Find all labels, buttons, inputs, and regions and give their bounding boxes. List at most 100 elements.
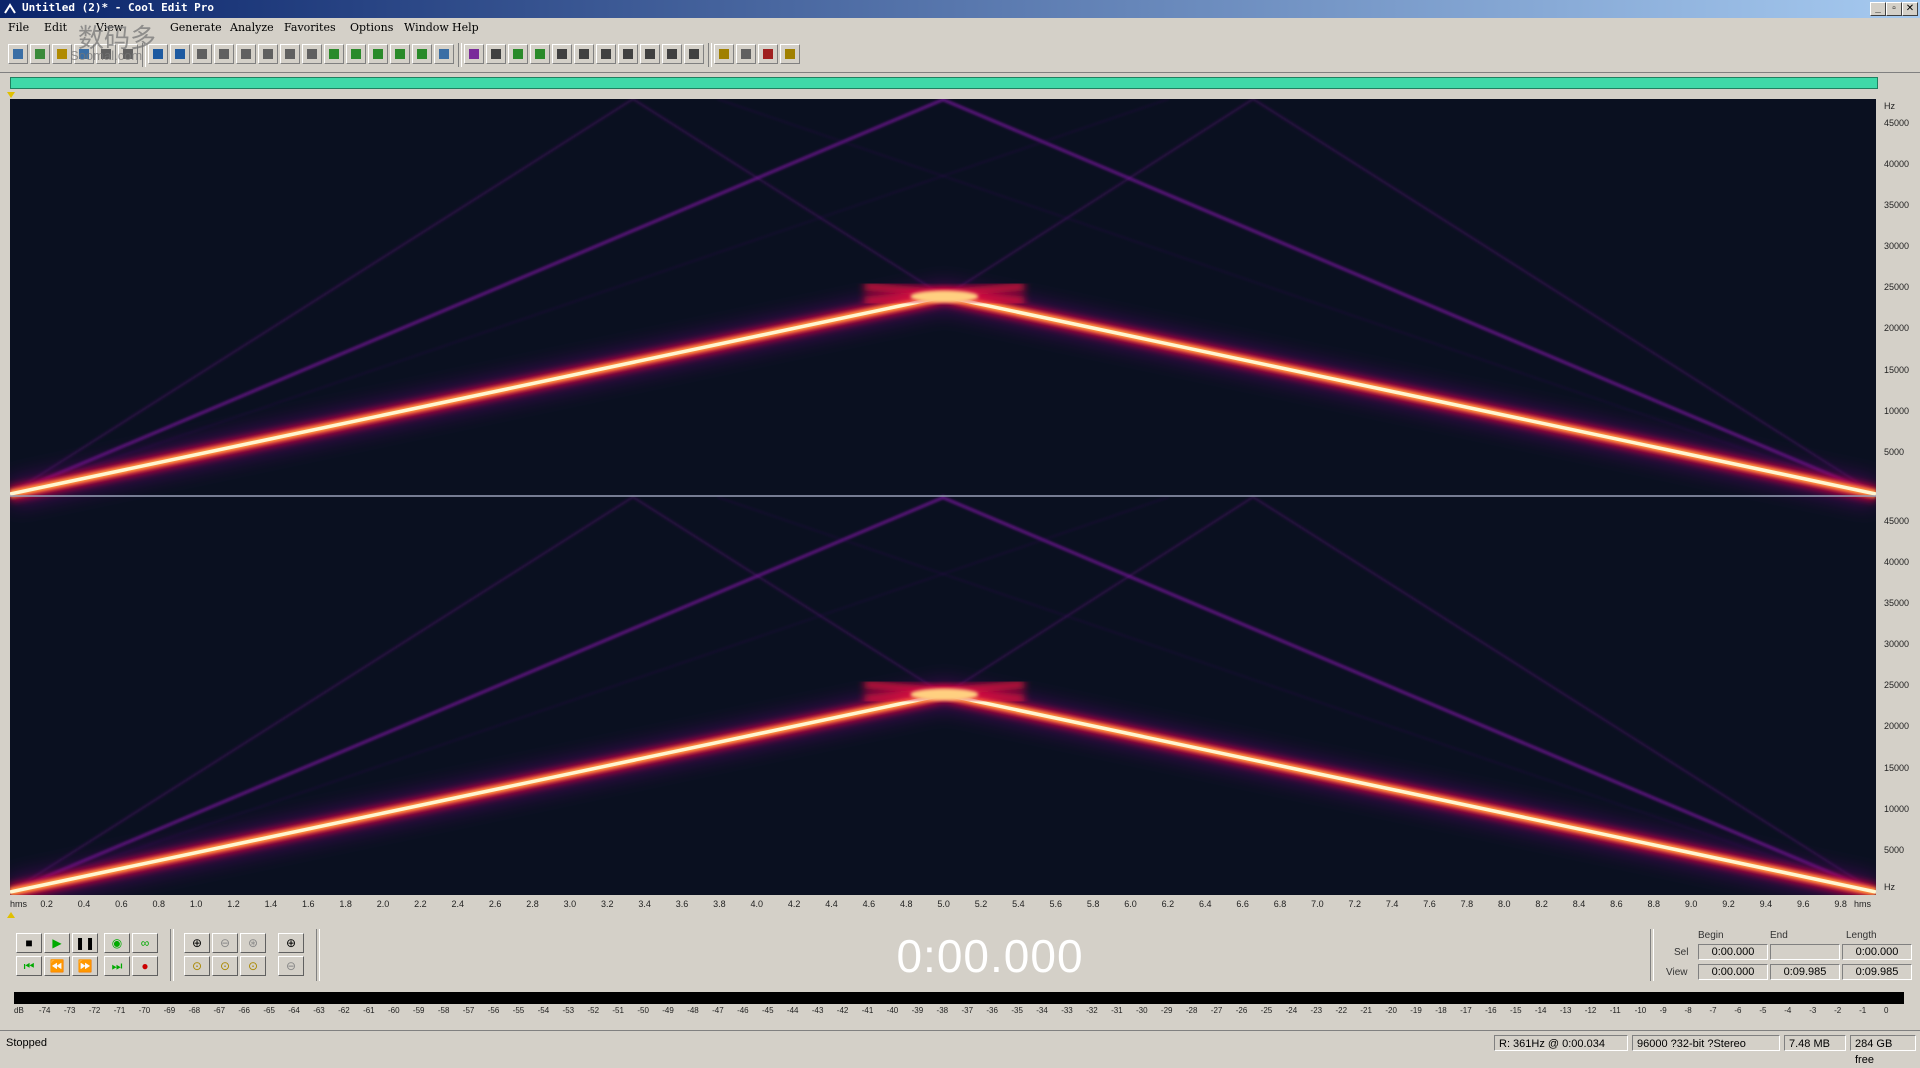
menu-analyze[interactable]: Analyze <box>230 21 274 34</box>
menu-favorites[interactable]: Favorites <box>284 21 336 34</box>
cut-range-button[interactable] <box>192 44 212 64</box>
menu-file[interactable]: File <box>8 21 29 34</box>
frequency-tick-label: 45000 <box>1884 117 1910 128</box>
frequency-tick-label: 20000 <box>1884 721 1910 732</box>
transport-divider <box>170 929 174 981</box>
envelope-button[interactable] <box>464 44 484 64</box>
level-tick-label: -12 <box>1584 1006 1597 1015</box>
view-begin-field[interactable]: 0:00.000 <box>1698 964 1768 980</box>
time-ruler[interactable]: hms 0.2 0.4 0.6 0.8 1.0 1.2 1.4 1.6 1.8 2.0 2.2 2.4 2… <box>10 895 1876 913</box>
sel-length-field[interactable]: 0:00.000 <box>1842 944 1912 960</box>
show-spectrum-button[interactable] <box>714 44 734 64</box>
minimize-button[interactable]: _ <box>1870 2 1886 16</box>
zoom-in-vertical-button[interactable]: ⊕ <box>278 933 304 953</box>
zoom-left-button[interactable]: ⊙ <box>184 956 210 976</box>
zoom-left-icon: ⊙ <box>191 959 203 973</box>
cue-list-button[interactable] <box>552 44 572 64</box>
play-to-end-button[interactable]: ◉ <box>104 933 130 953</box>
show-waveform-button[interactable] <box>684 44 704 64</box>
copy-to-new-button[interactable] <box>214 44 234 64</box>
zoom-out-vertical-button[interactable]: ⊖ <box>278 956 304 976</box>
zoom-full-button[interactable]: ⊛ <box>240 933 266 953</box>
time-tick-label: 0.8 <box>152 899 166 909</box>
redo-button[interactable] <box>170 44 190 64</box>
fast-forward-button[interactable]: ⏩ <box>72 956 98 976</box>
menu-window[interactable]: Window <box>404 21 449 34</box>
level-tick-label: -50 <box>637 1006 649 1015</box>
play-list-button[interactable] <box>574 44 594 64</box>
spectral-view[interactable] <box>10 99 1876 895</box>
silence-button[interactable] <box>368 44 388 64</box>
spectral-bars-button[interactable] <box>508 44 528 64</box>
time-tick-label: 7.0 <box>1311 899 1324 909</box>
sel-end-field[interactable] <box>1770 944 1840 960</box>
start-marker-icon[interactable] <box>7 92 17 98</box>
open-file-button[interactable] <box>52 44 72 64</box>
cursor-readout: R: 361Hz @ 0:00.034 <box>1494 1035 1628 1051</box>
menu-options[interactable]: Options <box>350 21 393 34</box>
time-tick-label: 8.6 <box>1610 899 1623 909</box>
trim-button[interactable] <box>346 44 366 64</box>
rewind-button[interactable]: ⏪ <box>44 956 70 976</box>
go-to-end-button[interactable]: ⏭ <box>104 956 130 976</box>
time-tick-label: 5.0 <box>937 899 950 909</box>
time-tick-label: 6.6 <box>1236 899 1249 909</box>
menu-generate[interactable]: Generate <box>170 21 222 34</box>
time-tick-label: 1.2 <box>227 899 240 909</box>
loop-play-button[interactable] <box>618 44 638 64</box>
preroll-button[interactable] <box>640 44 660 64</box>
normalize-button[interactable] <box>434 44 454 64</box>
close-button[interactable]: ✕ <box>1902 2 1918 16</box>
level-meter[interactable] <box>14 992 1904 1004</box>
pause-button[interactable]: ❚❚ <box>72 933 98 953</box>
level-tick-label: -36 <box>986 1006 998 1015</box>
loop-button[interactable]: ∞ <box>132 933 158 953</box>
record-icon: ● <box>141 959 149 973</box>
end-marker-icon[interactable] <box>7 912 17 918</box>
convert-type-button[interactable] <box>390 44 410 64</box>
redo-icon <box>175 49 185 59</box>
level-tick-label: -60 <box>388 1006 400 1015</box>
time-tick-label: 6.0 <box>1124 899 1137 909</box>
level-tick-label: -7 <box>1709 1006 1717 1015</box>
record-button[interactable]: ● <box>132 956 158 976</box>
go-to-start-button[interactable]: ⏮ <box>16 956 42 976</box>
cd-player-button[interactable] <box>596 44 616 64</box>
view-length-field[interactable]: 0:09.985 <box>1842 964 1912 980</box>
menu-help[interactable]: Help <box>452 21 479 34</box>
time-tick-label: 4.6 <box>862 899 876 909</box>
zoom-selection-button[interactable]: ⊙ <box>240 956 266 976</box>
spectral-view-toggle-button[interactable] <box>30 44 50 64</box>
amplify-button[interactable] <box>412 44 432 64</box>
paste-new-button[interactable] <box>236 44 256 64</box>
zoom-right-button[interactable]: ⊙ <box>212 956 238 976</box>
time-tick-label: 3.6 <box>675 899 689 909</box>
stretch-button[interactable] <box>486 44 506 64</box>
stop-button[interactable]: ■ <box>16 933 42 953</box>
loop-play-icon <box>623 49 633 59</box>
scripts-button[interactable] <box>758 44 778 64</box>
time-tick-label: 2.8 <box>526 899 539 909</box>
cut-button[interactable] <box>258 44 278 64</box>
level-tick-label: -62 <box>338 1006 350 1015</box>
level-tick-label: -46 <box>737 1006 749 1015</box>
view-end-field[interactable]: 0:09.985 <box>1770 964 1840 980</box>
zoom-in-horizontal-button[interactable]: ⊕ <box>184 933 210 953</box>
sel-begin-field[interactable]: 0:00.000 <box>1698 944 1768 960</box>
maximize-button[interactable]: ▫ <box>1886 2 1902 16</box>
copy-button[interactable] <box>280 44 300 64</box>
mix-paste-button[interactable] <box>324 44 344 64</box>
paste-button[interactable] <box>302 44 322 64</box>
help-button[interactable] <box>780 44 800 64</box>
time-tick-label: 8.4 <box>1572 899 1586 909</box>
waveform-view-button[interactable] <box>8 44 28 64</box>
play-button[interactable]: ▶ <box>44 933 70 953</box>
zoom-out-horizontal-button[interactable]: ⊖ <box>212 933 238 953</box>
snap-button[interactable] <box>662 44 682 64</box>
frequency-tick-label: 15000 <box>1884 762 1910 773</box>
waveform-overview[interactable] <box>10 77 1878 89</box>
menu-edit[interactable]: Edit <box>44 21 67 34</box>
spectral-lines-button[interactable] <box>530 44 550 64</box>
time-tick-label: 1.4 <box>264 899 278 909</box>
settings-button[interactable] <box>736 44 756 64</box>
